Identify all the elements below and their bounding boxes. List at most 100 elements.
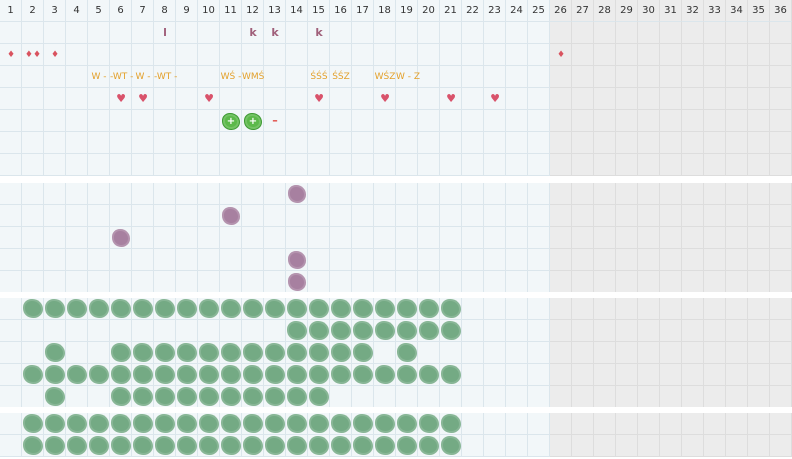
grid-cell[interactable] (88, 183, 110, 205)
grid-cell[interactable] (748, 298, 770, 320)
grid-cell[interactable] (770, 88, 792, 110)
drop-icon[interactable]: ♦♦ (22, 44, 44, 66)
grid-cell[interactable] (506, 154, 528, 176)
green-block[interactable] (111, 387, 131, 406)
grid-cell[interactable] (198, 227, 220, 249)
grid-cell[interactable] (484, 271, 506, 293)
grid-cell[interactable] (88, 342, 110, 364)
grid-cell[interactable] (616, 110, 638, 132)
grid-cell[interactable] (704, 271, 726, 293)
grid-cell[interactable] (440, 66, 462, 88)
grid-cell[interactable] (660, 132, 682, 154)
grid-cell[interactable] (638, 66, 660, 88)
grid-cell[interactable] (528, 183, 550, 205)
grid-cell[interactable] (682, 44, 704, 66)
grid-cell[interactable] (594, 298, 616, 320)
purple-block[interactable] (288, 251, 306, 269)
grid-cell[interactable] (44, 110, 66, 132)
grid-cell[interactable] (66, 88, 88, 110)
grid-cell[interactable] (198, 183, 220, 205)
grid-cell[interactable] (264, 227, 286, 249)
grid-cell[interactable] (396, 205, 418, 227)
grid-cell[interactable] (550, 413, 572, 435)
grid-cell[interactable] (594, 44, 616, 66)
green-block[interactable] (397, 365, 417, 384)
grid-cell[interactable] (594, 132, 616, 154)
column-header-15[interactable]: 15 (308, 0, 330, 22)
green-block[interactable] (199, 343, 219, 362)
grid-cell[interactable] (418, 132, 440, 154)
grid-cell[interactable] (572, 386, 594, 408)
grid-cell[interactable] (0, 364, 22, 386)
grid-cell[interactable] (132, 22, 154, 44)
grid-cell[interactable] (176, 44, 198, 66)
grid-cell[interactable] (726, 132, 748, 154)
green-block[interactable] (133, 414, 153, 433)
grid-cell[interactable] (418, 110, 440, 132)
grid-cell[interactable] (506, 271, 528, 293)
grid-cell[interactable] (418, 205, 440, 227)
grid-cell[interactable] (638, 88, 660, 110)
grid-cell[interactable] (242, 205, 264, 227)
grid-cell[interactable] (0, 320, 22, 342)
grid-cell[interactable] (484, 132, 506, 154)
grid-cell[interactable] (242, 44, 264, 66)
grid-cell[interactable] (66, 66, 88, 88)
column-header-36[interactable]: 36 (770, 0, 792, 22)
grid-cell[interactable] (462, 66, 484, 88)
grid-cell[interactable] (682, 249, 704, 271)
grid-cell[interactable] (286, 132, 308, 154)
column-header-14[interactable]: 14 (286, 0, 308, 22)
grid-cell[interactable] (616, 271, 638, 293)
grid-cell[interactable] (528, 435, 550, 457)
grid-cell[interactable] (550, 271, 572, 293)
green-block[interactable] (133, 299, 153, 318)
grid-cell[interactable] (154, 249, 176, 271)
green-block[interactable] (111, 299, 131, 318)
grid-cell[interactable] (726, 66, 748, 88)
shift-code[interactable]: WŚ - (220, 66, 242, 88)
grid-cell[interactable] (682, 110, 704, 132)
grid-cell[interactable] (88, 88, 110, 110)
grid-cell[interactable] (0, 435, 22, 457)
grid-cell[interactable] (506, 364, 528, 386)
column-header-31[interactable]: 31 (660, 0, 682, 22)
grid-cell[interactable] (528, 364, 550, 386)
column-header-21[interactable]: 21 (440, 0, 462, 22)
green-block[interactable] (441, 321, 461, 340)
green-block[interactable] (287, 365, 307, 384)
green-block[interactable] (375, 436, 395, 455)
grid-cell[interactable] (638, 249, 660, 271)
grid-cell[interactable] (594, 66, 616, 88)
heart-icon[interactable]: ♥ (374, 88, 396, 110)
green-block[interactable] (67, 299, 87, 318)
drop-icon[interactable]: ♦ (0, 44, 22, 66)
grid-cell[interactable] (506, 205, 528, 227)
column-header-24[interactable]: 24 (506, 0, 528, 22)
green-block[interactable] (89, 299, 109, 318)
grid-cell[interactable] (110, 271, 132, 293)
column-header-4[interactable]: 4 (66, 0, 88, 22)
grid-cell[interactable] (528, 320, 550, 342)
grid-cell[interactable] (704, 110, 726, 132)
grid-cell[interactable] (352, 66, 374, 88)
green-block[interactable] (331, 436, 351, 455)
grid-cell[interactable] (418, 154, 440, 176)
grid-cell[interactable] (528, 413, 550, 435)
green-block[interactable] (155, 299, 175, 318)
green-block[interactable] (45, 387, 65, 406)
green-block[interactable] (441, 365, 461, 384)
heart-icon[interactable]: ♥ (132, 88, 154, 110)
grid-cell[interactable] (132, 205, 154, 227)
grid-cell[interactable] (286, 227, 308, 249)
grid-cell[interactable] (506, 227, 528, 249)
grid-cell[interactable] (330, 227, 352, 249)
green-block[interactable] (309, 365, 329, 384)
green-block[interactable] (45, 299, 65, 318)
grid-cell[interactable] (110, 132, 132, 154)
grid-cell[interactable] (220, 320, 242, 342)
grid-cell[interactable] (748, 413, 770, 435)
grid-cell[interactable] (330, 249, 352, 271)
grid-cell[interactable] (176, 154, 198, 176)
purple-block[interactable] (222, 207, 240, 225)
